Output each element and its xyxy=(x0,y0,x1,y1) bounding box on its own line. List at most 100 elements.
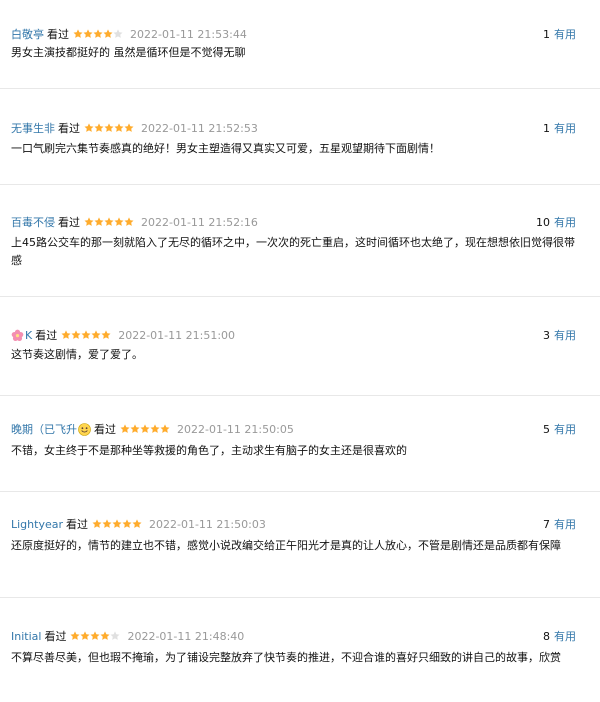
star-filled-icon xyxy=(70,631,80,641)
review-content: 还原度挺好的，情节的建立也不错，感觉小说改编交给正午阳光才是真的让人放心，不管是… xyxy=(11,539,561,552)
star-empty-icon xyxy=(113,29,123,39)
review-header: 晚期（已飞升 看过 2022-01-11 21:50:05 xyxy=(11,420,294,438)
useful-button[interactable]: 有用 xyxy=(554,421,576,437)
rating-stars xyxy=(61,330,111,340)
watched-status: 看过 xyxy=(44,630,67,643)
review-author-name: 百毒不侵 xyxy=(11,216,55,229)
watched-status: 看过 xyxy=(94,423,116,436)
star-filled-icon xyxy=(114,217,124,227)
star-filled-icon xyxy=(94,217,104,227)
review-header: 无事生非 看过 2022-01-11 21:52:53 xyxy=(11,119,258,137)
star-filled-icon xyxy=(100,631,110,641)
review-divider xyxy=(0,597,600,598)
review-content: 男女主演技都挺好的 虽然是循环但是不觉得无聊 xyxy=(11,46,246,59)
rating-stars xyxy=(73,29,123,39)
star-filled-icon xyxy=(80,631,90,641)
star-filled-icon xyxy=(132,519,142,529)
star-filled-icon xyxy=(112,519,122,529)
review-author-link[interactable]: 百毒不侵 xyxy=(11,214,55,230)
star-filled-icon xyxy=(83,29,93,39)
review-time: 2022-01-11 21:51:00 xyxy=(118,328,236,342)
rating-stars xyxy=(92,519,142,529)
star-filled-icon xyxy=(102,519,112,529)
watched-status: 看过 xyxy=(47,28,69,41)
star-filled-icon xyxy=(90,631,100,641)
useful-vote: 1 有用 xyxy=(543,25,576,43)
useful-button[interactable]: 有用 xyxy=(554,26,576,42)
review-time: 2022-01-11 21:52:16 xyxy=(141,215,258,229)
review-author-name: 无事生非 xyxy=(11,122,55,135)
review-divider xyxy=(0,184,600,185)
star-filled-icon xyxy=(114,123,124,133)
review-author-link[interactable]: K xyxy=(11,329,32,342)
review-time: 2022-01-11 21:53:44 xyxy=(130,27,247,41)
review-time: 2022-01-11 21:52:53 xyxy=(141,121,258,135)
review-time: 2022-01-11 21:50:03 xyxy=(149,517,266,531)
review-header: Lightyear 看过 2022-01-11 21:50:03 xyxy=(11,515,266,533)
star-filled-icon xyxy=(73,29,83,39)
star-empty-icon xyxy=(110,631,120,641)
star-filled-icon xyxy=(104,217,114,227)
useful-count: 1 xyxy=(543,27,550,41)
star-filled-icon xyxy=(71,330,81,340)
useful-count: 5 xyxy=(543,422,550,436)
star-filled-icon xyxy=(124,123,134,133)
useful-vote: 5 有用 xyxy=(543,420,576,438)
useful-vote: 1 有用 xyxy=(543,119,576,137)
useful-button[interactable]: 有用 xyxy=(554,214,576,230)
useful-button[interactable]: 有用 xyxy=(554,120,576,136)
review-divider xyxy=(0,395,600,396)
rating-stars xyxy=(120,424,170,434)
star-filled-icon xyxy=(91,330,101,340)
useful-count: 8 xyxy=(543,629,550,643)
review-header: Initial 看过 2022-01-11 21:48:40 xyxy=(11,627,244,645)
star-filled-icon xyxy=(120,424,130,434)
review-content: 不算尽善尽美，但也瑕不掩瑜，为了铺设完整放弃了快节奏的推进，不迎合谁的喜好只细致… xyxy=(11,651,561,664)
star-filled-icon xyxy=(104,123,114,133)
star-filled-icon xyxy=(160,424,170,434)
star-filled-icon xyxy=(130,424,140,434)
rating-stars xyxy=(84,217,134,227)
useful-button[interactable]: 有用 xyxy=(554,628,576,644)
review-content: 这节奏这剧情，爱了爱了。 xyxy=(11,348,143,361)
star-filled-icon xyxy=(122,519,132,529)
watched-status: 看过 xyxy=(66,518,88,531)
useful-vote: 3 有用 xyxy=(543,326,576,344)
review-header: K 看过 2022-01-11 21:51:00 xyxy=(11,326,235,344)
useful-button[interactable]: 有用 xyxy=(554,327,576,343)
review-content: 一口气刷完六集节奏感真的绝好！男女主塑造得又真实又可爱，五星观望期待下面剧情！ xyxy=(11,142,440,155)
star-filled-icon xyxy=(61,330,71,340)
useful-vote: 7 有用 xyxy=(543,515,576,533)
star-filled-icon xyxy=(124,217,134,227)
review-author-name: Lightyear xyxy=(11,517,63,531)
review-author-link[interactable]: Initial xyxy=(11,630,41,643)
review-author-name: 晚期（已飞升 xyxy=(11,423,77,436)
useful-count: 10 xyxy=(536,215,550,229)
review-content: 不错，女主终于不是那种坐等救援的角色了，主动求生有脑子的女主还是很喜欢的 xyxy=(11,444,407,457)
watched-status: 看过 xyxy=(58,216,80,229)
review-author-name: Initial xyxy=(11,629,42,643)
useful-count: 1 xyxy=(543,121,550,135)
star-filled-icon xyxy=(103,29,113,39)
star-filled-icon xyxy=(84,217,94,227)
useful-vote: 8 有用 xyxy=(543,627,576,645)
star-filled-icon xyxy=(140,424,150,434)
review-divider xyxy=(0,296,600,297)
review-author-name: 白敬亭 xyxy=(11,28,44,41)
review-author-link[interactable]: 白敬亭 xyxy=(11,26,44,42)
review-author-link[interactable]: Lightyear xyxy=(11,518,63,531)
review-divider xyxy=(0,88,600,89)
useful-button[interactable]: 有用 xyxy=(554,516,576,532)
useful-count: 7 xyxy=(543,517,550,531)
review-author-link[interactable]: 无事生非 xyxy=(11,120,55,136)
useful-count: 3 xyxy=(543,328,550,342)
review-time: 2022-01-11 21:50:05 xyxy=(177,422,294,436)
review-author-name: K xyxy=(25,328,33,342)
review-time: 2022-01-11 21:48:40 xyxy=(127,629,245,643)
star-filled-icon xyxy=(94,123,104,133)
review-author-link[interactable]: 晚期（已飞升 xyxy=(11,421,91,437)
review-divider xyxy=(0,491,600,492)
star-filled-icon xyxy=(101,330,111,340)
review-header: 百毒不侵 看过 2022-01-11 21:52:16 xyxy=(11,213,258,231)
watched-status: 看过 xyxy=(58,122,80,135)
